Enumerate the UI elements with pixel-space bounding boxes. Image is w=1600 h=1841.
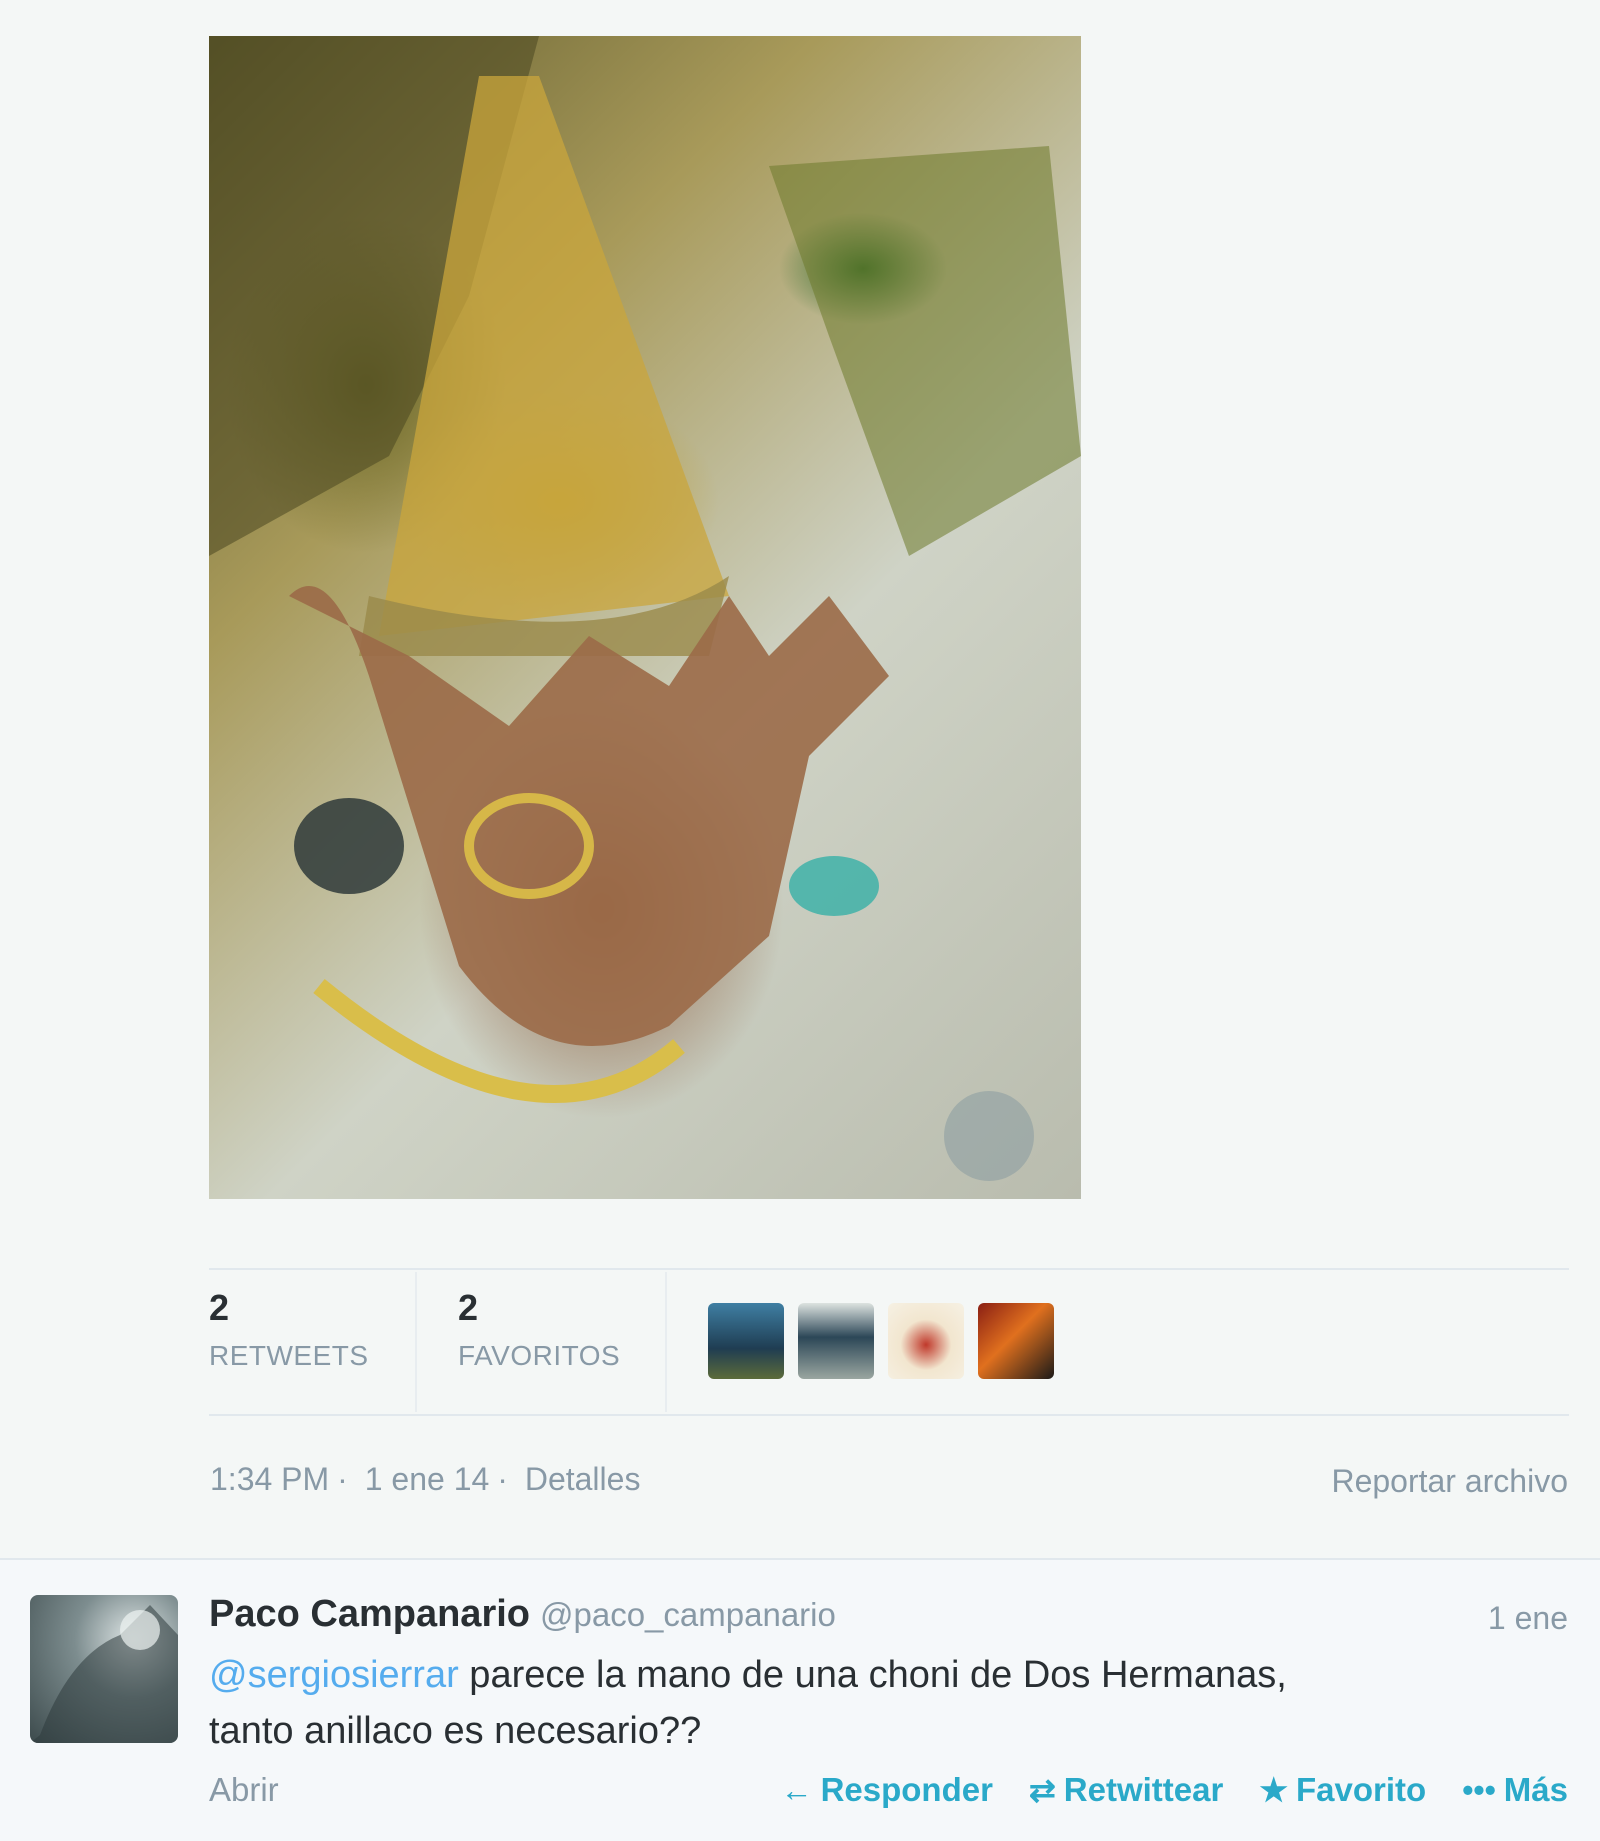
reply-text-line2: tanto anillaco es necesario?? (209, 1710, 702, 1752)
retweets-stat[interactable]: 2 RETWEETS (209, 1290, 369, 1372)
arrow-left-icon: ← (780, 1771, 813, 1808)
reply-author[interactable]: Paco Campanario @paco_campanario (209, 1593, 836, 1636)
reply-actions: Abrir ← Responder ⇄ Retwittear ★ Favorit… (209, 1771, 1568, 1815)
stats-top-divider (209, 1268, 1569, 1270)
favorite-button[interactable]: ★ Favorito (1259, 1771, 1426, 1809)
avatar[interactable] (888, 1303, 964, 1379)
stats-separator (665, 1272, 667, 1412)
open-link[interactable]: Abrir (209, 1771, 279, 1809)
reply-button[interactable]: ← Responder (781, 1771, 993, 1809)
reply-button-label: Responder (820, 1771, 993, 1808)
avatar[interactable] (30, 1595, 178, 1743)
favorite-button-label: Favorito (1296, 1771, 1427, 1808)
photo-illustration (209, 36, 1081, 1181)
reply-text-line1: parece la mano de una choni de Dos Herma… (458, 1654, 1287, 1696)
stats-separator (415, 1272, 417, 1412)
author-name[interactable]: Paco Campanario (209, 1593, 530, 1635)
tweet-time[interactable]: 1:34 PM (210, 1461, 329, 1497)
retweet-icon: ⇄ (1028, 1772, 1056, 1808)
retweet-button-label: Retwittear (1063, 1771, 1224, 1808)
reply-time[interactable]: 1 ene (1488, 1600, 1568, 1637)
stats-bottom-divider (209, 1414, 1569, 1416)
avatar-illustration (30, 1605, 178, 1743)
retweets-count: 2 (209, 1287, 230, 1328)
star-icon: ★ (1259, 1772, 1288, 1808)
report-media-link[interactable]: Reportar archivo (1331, 1463, 1568, 1500)
ellipsis-icon: ••• (1462, 1771, 1496, 1808)
tweet-meta: 1:34 PM · 1 ene 14 · Detalles (210, 1461, 648, 1498)
mention-link[interactable]: @sergiosierrar (209, 1654, 459, 1696)
favorites-stat[interactable]: 2 FAVORITOS (458, 1290, 620, 1372)
avatar[interactable] (978, 1303, 1054, 1379)
author-handle[interactable]: @paco_campanario (540, 1596, 836, 1633)
tweet-photo[interactable] (209, 36, 1081, 1199)
retweets-label: RETWEETS (209, 1340, 369, 1371)
retweet-button[interactable]: ⇄ Retwittear (1029, 1771, 1223, 1809)
meta-separator: · (337, 1461, 348, 1497)
reply-text: @sergiosierrar parece la mano de una cho… (209, 1647, 1469, 1759)
tweet-date[interactable]: 1 ene 14 (365, 1461, 490, 1497)
favorites-count: 2 (458, 1287, 479, 1328)
avatar[interactable] (708, 1303, 784, 1379)
more-button[interactable]: ••• Más (1462, 1771, 1568, 1809)
more-button-label: Más (1503, 1771, 1568, 1808)
details-link[interactable]: Detalles (525, 1461, 641, 1497)
avatar[interactable] (798, 1303, 874, 1379)
meta-separator: · (497, 1461, 508, 1497)
favorites-label: FAVORITOS (458, 1340, 621, 1371)
